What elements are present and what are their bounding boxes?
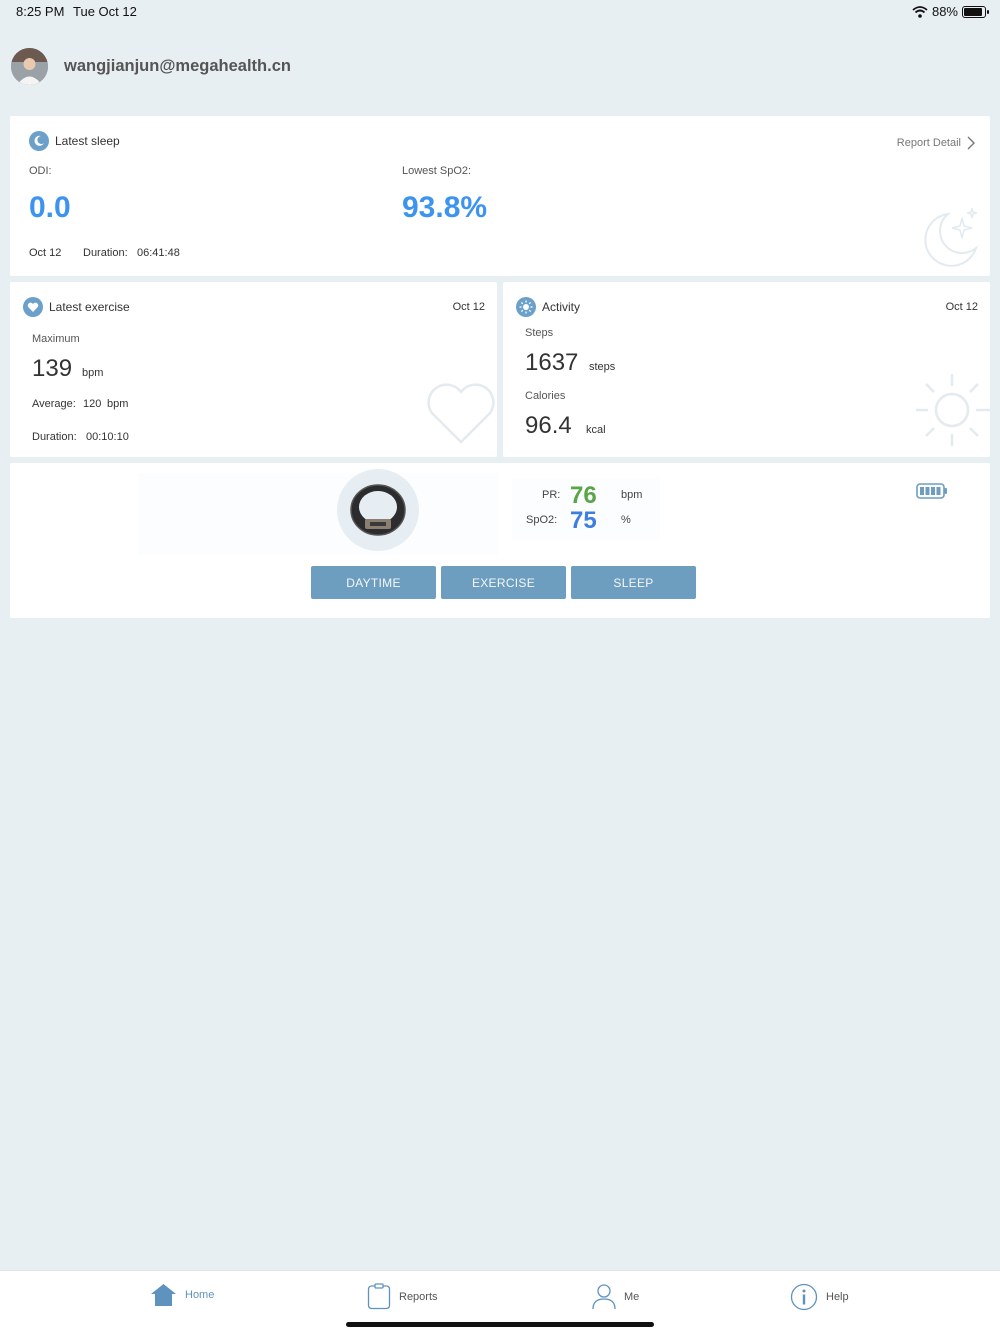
status-time: 8:25 PM bbox=[16, 4, 65, 19]
status-right: 88% bbox=[912, 4, 989, 19]
tab-reports[interactable]: Reports bbox=[367, 1283, 438, 1310]
sleep-date: Oct 12 bbox=[29, 247, 62, 259]
odi-label: ODI: bbox=[29, 165, 52, 177]
avatar[interactable] bbox=[11, 48, 48, 85]
activity-date: Oct 12 bbox=[945, 301, 978, 313]
activity-title: Activity bbox=[542, 300, 581, 314]
steps-value: 1637 bbox=[525, 349, 579, 376]
sleep-card-title: Latest sleep bbox=[29, 131, 120, 151]
calories-unit: kcal bbox=[586, 424, 606, 436]
max-value: 139 bbox=[32, 355, 73, 382]
home-icon bbox=[151, 1284, 176, 1306]
exercise-title: Latest exercise bbox=[49, 300, 130, 314]
moon-icon bbox=[29, 131, 49, 151]
max-unit: bpm bbox=[82, 367, 104, 379]
sleep-duration-value: 06:41:48 bbox=[137, 247, 180, 259]
average-unit: bpm bbox=[107, 398, 129, 410]
exercise-duration-label: Duration: bbox=[32, 431, 77, 443]
report-detail-link[interactable]: Report Detail bbox=[897, 136, 976, 150]
average-label: Average: bbox=[32, 398, 76, 410]
pr-label: PR: bbox=[542, 489, 561, 501]
steps-unit: steps bbox=[589, 361, 616, 373]
home-indicator bbox=[346, 1322, 654, 1327]
tab-reports-label: Reports bbox=[399, 1290, 438, 1303]
sun-icon bbox=[916, 374, 990, 446]
exercise-date: Oct 12 bbox=[452, 301, 485, 313]
steps-label: Steps bbox=[525, 327, 554, 339]
tab-me-label: Me bbox=[624, 1290, 640, 1303]
spo2-unit: % bbox=[621, 514, 631, 526]
battery-percent: 88% bbox=[931, 4, 958, 19]
heart-icon bbox=[23, 297, 43, 317]
wifi-icon bbox=[912, 5, 928, 18]
max-label: Maximum bbox=[32, 333, 80, 345]
calories-value: 96.4 bbox=[525, 412, 572, 439]
reports-icon bbox=[367, 1283, 391, 1310]
pr-value: 76 bbox=[570, 482, 597, 509]
average-value: 120 bbox=[83, 398, 102, 410]
activity-card-title: Activity bbox=[516, 297, 580, 317]
device-panel bbox=[138, 473, 498, 555]
user-row[interactable]: wangjianjun@megahealth.cn bbox=[11, 48, 291, 85]
exercise-card[interactable]: Latest exercise Oct 12 Maximum 139 bpm A… bbox=[10, 282, 497, 457]
spo2-value: 75 bbox=[570, 507, 597, 534]
pr-unit: bpm bbox=[621, 489, 643, 501]
moon-stars-icon bbox=[924, 207, 979, 267]
heart-outline-icon bbox=[427, 383, 495, 444]
tab-me[interactable]: Me bbox=[592, 1283, 639, 1310]
tab-home[interactable]: Home bbox=[150, 1283, 214, 1307]
exercise-duration-value: 00:10:10 bbox=[86, 431, 129, 443]
device-battery-icon bbox=[916, 483, 947, 499]
sleep-card[interactable]: Latest sleep Report Detail ODI: 0.0 Lowe… bbox=[10, 116, 990, 276]
sleep-title: Latest sleep bbox=[55, 134, 120, 148]
status-bar: 8:25 PM Tue Oct 12 88% bbox=[0, 0, 1000, 24]
battery-icon bbox=[962, 5, 989, 18]
lowest-spo2-value: 93.8% bbox=[402, 191, 488, 224]
odi-value: 0.0 bbox=[29, 191, 71, 224]
tab-help-label: Help bbox=[826, 1291, 849, 1303]
sleep-duration-label: Duration: bbox=[83, 247, 128, 259]
ring-device-icon[interactable] bbox=[337, 469, 419, 551]
user-email: wangjianjun@megahealth.cn bbox=[64, 57, 291, 75]
tab-help[interactable]: Help bbox=[790, 1283, 849, 1311]
help-icon bbox=[790, 1283, 818, 1311]
spo2-label: SpO2: bbox=[526, 514, 558, 526]
activity-icon bbox=[516, 297, 536, 317]
daytime-button[interactable]: DAYTIME bbox=[311, 566, 436, 599]
report-detail-label: Report Detail bbox=[896, 137, 961, 149]
sleep-button[interactable]: SLEEP bbox=[571, 566, 696, 599]
calories-label: Calories bbox=[525, 390, 566, 402]
chevron-right-icon bbox=[967, 136, 975, 150]
status-date: Tue Oct 12 bbox=[73, 4, 137, 19]
lowest-spo2-label: Lowest SpO2: bbox=[402, 165, 472, 177]
exercise-button[interactable]: EXERCISE bbox=[441, 566, 566, 599]
me-icon bbox=[592, 1284, 616, 1310]
activity-card[interactable]: Activity Oct 12 Steps 1637 steps Calorie… bbox=[503, 282, 990, 457]
tab-home-label: Home bbox=[185, 1289, 215, 1301]
exercise-card-title: Latest exercise bbox=[23, 297, 130, 317]
